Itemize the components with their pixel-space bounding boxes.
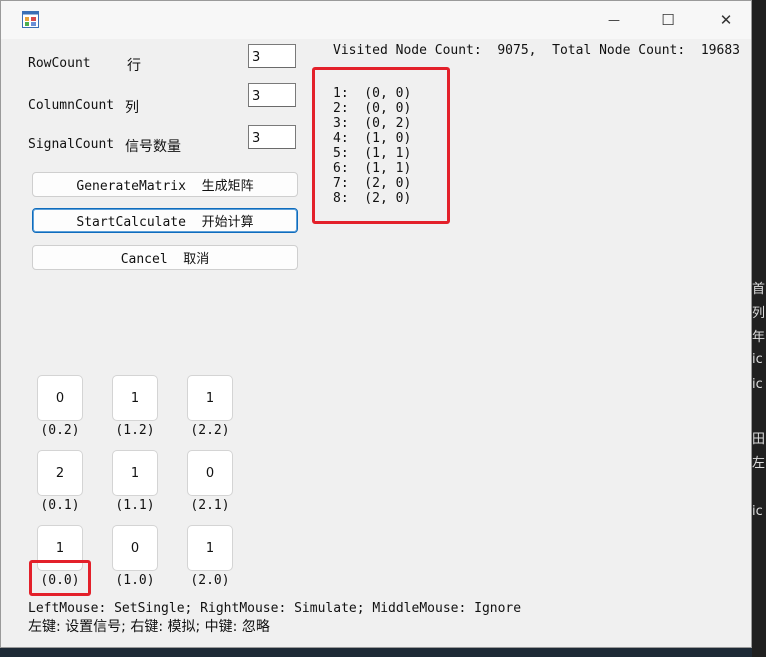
bg-text-fragment: 左 [752,456,766,470]
cancel-button[interactable]: Cancel 取消 [32,245,298,270]
matrix-cell[interactable]: 0 [37,375,83,421]
start-calculate-button[interactable]: StartCalculate 开始计算 [32,208,298,233]
matrix-cell[interactable]: 0 [187,450,233,496]
cell-coordinate: (1.1) [115,498,155,513]
cell-highlight-box [29,560,91,596]
cell-coordinate: (0.1) [40,498,80,513]
cell-coordinate: (1.2) [115,423,155,438]
node-count-status: Visited Node Count: 9075, Total Node Cou… [333,43,740,58]
matrix-cell[interactable]: 1 [187,375,233,421]
bg-text-fragment: 首 [752,282,766,296]
cell-coordinate: (2.2) [190,423,230,438]
close-icon: ✕ [719,11,733,29]
column-count-label: ColumnCount [28,98,115,113]
background-window-fragment: 首 列 年 ic ic 田 左 ic [752,0,766,657]
row-count-label: RowCount [28,56,91,71]
cell-coordinate: (2.0) [190,573,230,588]
column-count-input[interactable] [248,83,296,107]
matrix-cell[interactable]: 1 [112,375,158,421]
minimize-icon: — [608,13,620,27]
result-item: 3: (0, 2) [333,116,412,131]
app-icon [22,11,39,28]
row-count-label-cn: 行 [127,58,141,74]
cell-coordinate: (1.0) [115,573,155,588]
result-item: 5: (1, 1) [333,146,412,161]
result-item: 1: (0, 0) [333,86,412,101]
matrix-cell[interactable]: 0 [112,525,158,571]
help-text-cn: 左键: 设置信号; 右键: 模拟; 中键: 忽略 [28,619,270,635]
bg-text-fragment: ic [752,504,763,519]
signal-count-label: SignalCount [28,137,115,152]
generate-matrix-button[interactable]: GenerateMatrix 生成矩阵 [32,172,298,197]
matrix-cell[interactable]: 1 [187,525,233,571]
close-button[interactable]: ✕ [703,1,749,39]
row-count-input[interactable] [248,44,296,68]
matrix-cell[interactable]: 2 [37,450,83,496]
help-text-en: LeftMouse: SetSingle; RightMouse: Simula… [28,601,522,616]
bg-text-fragment: 田 [752,432,766,446]
maximize-button[interactable]: ☐ [645,1,691,39]
cell-coordinate: (0.2) [40,423,80,438]
minimize-button[interactable]: — [591,1,637,39]
result-item: 8: (2, 0) [333,191,412,206]
bg-text-fragment: ic [752,352,763,367]
cell-coordinate: (2.1) [190,498,230,513]
bg-text-fragment: ic [752,377,763,392]
result-item: 7: (2, 0) [333,176,412,191]
result-item: 6: (1, 1) [333,161,412,176]
title-bar[interactable]: — ☐ ✕ [1,1,751,39]
column-count-label-cn: 列 [125,100,139,116]
results-list: 1: (0, 0) 2: (0, 0) 3: (0, 2) 4: (1, 0) … [333,86,411,206]
matrix-cell[interactable]: 1 [112,450,158,496]
result-item: 2: (0, 0) [333,101,412,116]
app-window: — ☐ ✕ RowCount 行 ColumnCount 列 SignalCou… [0,0,752,648]
result-item: 4: (1, 0) [333,131,412,146]
signal-count-label-cn: 信号数量 [125,139,181,155]
signal-count-input[interactable] [248,125,296,149]
bg-text-fragment: 列 [752,306,766,320]
maximize-icon: ☐ [661,11,675,29]
bg-text-fragment: 年 [752,330,766,344]
